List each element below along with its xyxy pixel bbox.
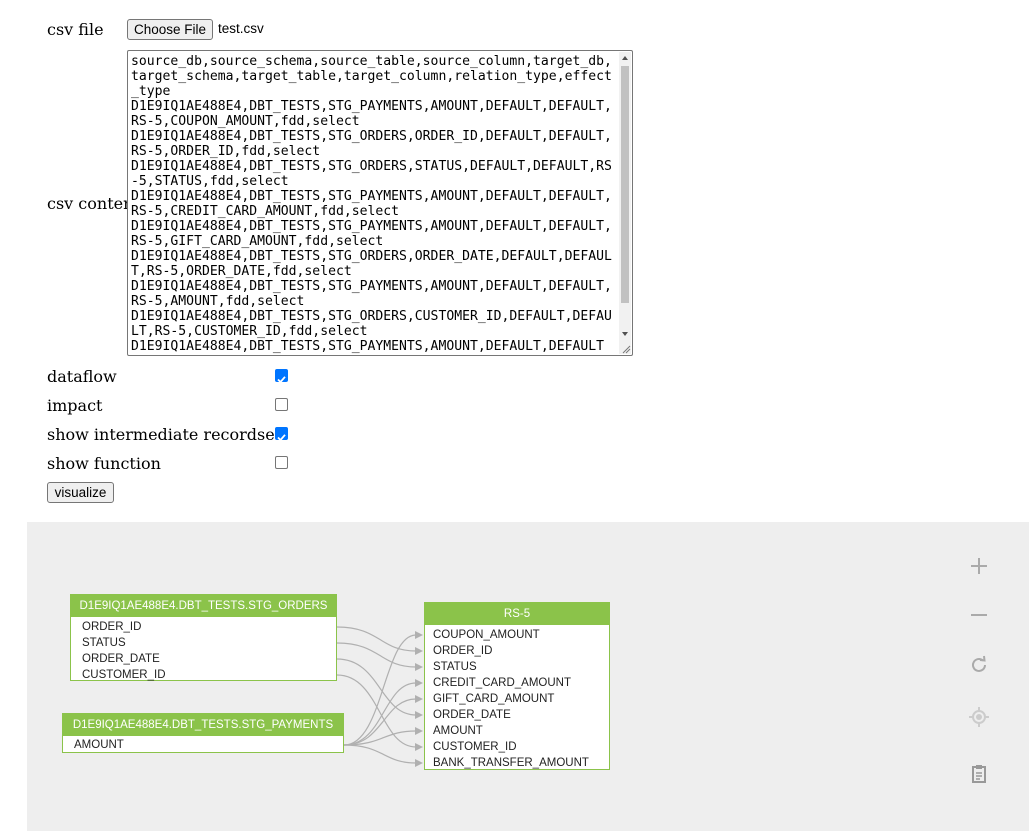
lineage-graph-canvas[interactable]: D1E9IQ1AE488E4.DBT_TESTS.STG_ORDERS ORDE…	[27, 522, 1029, 831]
zoom-out-icon[interactable]	[967, 603, 991, 627]
option-label-function: show function	[47, 454, 161, 473]
clipboard-icon[interactable]	[967, 762, 991, 786]
dataflow-checkbox[interactable]	[275, 369, 288, 384]
column-coupon-amount: COUPON_AMOUNT	[433, 629, 540, 641]
node-title: D1E9IQ1AE488E4.DBT_TESTS.STG_PAYMENTS	[63, 714, 343, 736]
edge-arrowhead	[415, 647, 423, 655]
lineage-edge	[343, 634, 417, 746]
table-node-stg-payments[interactable]: D1E9IQ1AE488E4.DBT_TESTS.STG_PAYMENTS AM…	[62, 713, 344, 753]
refresh-icon[interactable]	[967, 653, 991, 677]
column-status: STATUS	[82, 637, 126, 649]
lineage-edge	[336, 626, 417, 652]
lineage-edge	[343, 682, 417, 746]
scroll-down-arrow-icon[interactable]	[622, 332, 628, 336]
checkmark-icon	[277, 376, 286, 384]
resize-handle-icon[interactable]	[621, 344, 631, 354]
scroll-up-arrow-icon[interactable]	[622, 56, 628, 60]
edge-arrowhead	[415, 727, 423, 735]
recordset-node-rs-5[interactable]: RS-5 COUPON_AMOUNT ORDER_ID STATUS CREDI…	[424, 602, 610, 770]
option-label-impact: impact	[47, 396, 103, 415]
edge-arrowhead	[415, 663, 423, 671]
column-customer-id: CUSTOMER_ID	[82, 669, 166, 681]
edge-arrowhead	[415, 631, 423, 639]
scroll-thumb[interactable]	[621, 66, 629, 303]
table-node-stg-orders[interactable]: D1E9IQ1AE488E4.DBT_TESTS.STG_ORDERS ORDE…	[70, 594, 337, 681]
option-label-intermediate: show intermediate recordset	[47, 425, 282, 444]
csv-content-textarea[interactable]: source_db,source_schema,source_table,sou…	[127, 50, 633, 356]
edge-arrowhead	[415, 695, 423, 703]
column-amount: AMOUNT	[433, 725, 483, 737]
edge-arrowhead	[415, 743, 423, 751]
locate-icon[interactable]	[967, 705, 991, 729]
edge-arrowhead	[415, 711, 423, 719]
selected-file-name: test.csv	[218, 21, 264, 36]
show-function-checkbox[interactable]	[275, 456, 288, 469]
csv-content-text[interactable]: source_db,source_schema,source_table,sou…	[131, 54, 615, 354]
column-customer-id: CUSTOMER_ID	[433, 741, 517, 753]
option-label-dataflow: dataflow	[47, 367, 117, 386]
csv-file-label: csv file	[47, 20, 104, 39]
zoom-in-icon[interactable]	[967, 554, 991, 578]
csv-content-label: csv content	[47, 194, 140, 213]
column-order-date: ORDER_DATE	[82, 653, 160, 665]
column-order-date: ORDER_DATE	[433, 709, 511, 721]
visualize-button[interactable]: visualize	[47, 482, 114, 503]
node-title: D1E9IQ1AE488E4.DBT_TESTS.STG_ORDERS	[71, 595, 336, 617]
textarea-scrollbar[interactable]	[619, 52, 631, 354]
checkmark-icon	[277, 434, 286, 442]
choose-file-button[interactable]: Choose File	[127, 19, 213, 40]
column-amount: AMOUNT	[74, 739, 124, 751]
lineage-edge	[343, 698, 417, 746]
column-order-id: ORDER_ID	[433, 645, 493, 657]
impact-checkbox[interactable]	[275, 398, 288, 411]
edge-arrowhead	[415, 679, 423, 687]
column-bank-transfer-amount: BANK_TRANSFER_AMOUNT	[433, 757, 589, 769]
show-intermediate-recordset-checkbox[interactable]	[275, 427, 288, 442]
column-credit-card-amount: CREDIT_CARD_AMOUNT	[433, 677, 572, 689]
column-order-id: ORDER_ID	[82, 621, 142, 633]
column-status: STATUS	[433, 661, 477, 673]
column-gift-card-amount: GIFT_CARD_AMOUNT	[433, 693, 555, 705]
lineage-edge	[343, 744, 417, 764]
lineage-edge	[336, 642, 417, 668]
node-title: RS-5	[425, 603, 609, 625]
edge-arrowhead	[415, 759, 423, 767]
